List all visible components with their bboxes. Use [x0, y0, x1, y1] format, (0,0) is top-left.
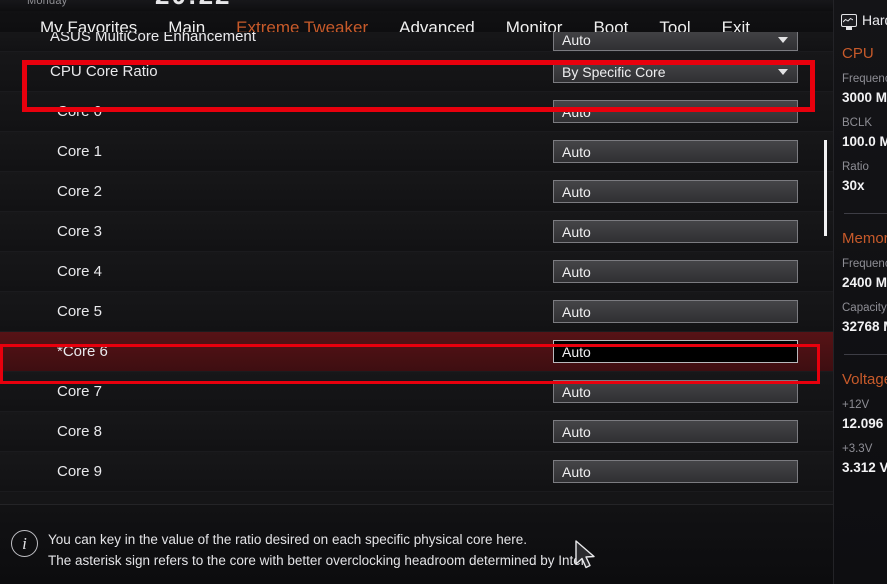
setting-row[interactable]: *Core 6 Auto — [0, 332, 833, 372]
setting-label: Core 9 — [57, 463, 103, 480]
setting-value: By Specific Core — [562, 63, 666, 80]
hw-key: Ratio — [842, 161, 869, 173]
help-bar: i You can key in the value of the ratio … — [0, 504, 833, 584]
setting-row[interactable]: ASUS MultiCore Enhancement Auto — [0, 32, 833, 52]
chevron-down-icon — [778, 68, 788, 75]
setting-label: Core 3 — [57, 223, 103, 240]
hw-value: 30x — [842, 178, 865, 193]
bios-screen: Monday 20:22 My FavoritesMainExtreme Twe… — [0, 0, 887, 584]
chevron-down-icon — [778, 36, 788, 43]
setting-label: Core 7 — [57, 383, 103, 400]
hw-key: BCLK — [842, 117, 873, 129]
setting-input[interactable]: Auto — [553, 260, 798, 283]
setting-row[interactable]: Core 0 Auto — [0, 92, 833, 132]
hw-value: 32768 MB — [842, 319, 887, 334]
setting-value: Auto — [562, 463, 591, 480]
setting-row[interactable]: Core 2 Auto — [0, 172, 833, 212]
hw-section-memory: Memory — [842, 230, 887, 247]
hw-divider — [844, 213, 887, 214]
setting-dropdown[interactable]: By Specific Core — [553, 60, 798, 83]
hardware-monitor-sidebar: Hardware Monitor CPU Frequency 3000 MHz BCL… — [833, 0, 887, 584]
hw-key: +12V — [842, 399, 870, 411]
day-label: Monday — [27, 0, 68, 7]
settings-rows: ASUS MultiCore Enhancement Auto CPU Core R… — [0, 32, 833, 492]
hw-value: 3.312 V — [842, 460, 887, 475]
hw-section-voltage: Voltage — [842, 371, 887, 388]
setting-input[interactable]: Auto — [553, 300, 798, 323]
setting-input[interactable]: Auto — [553, 380, 798, 403]
setting-value: Auto — [562, 383, 591, 400]
setting-input[interactable]: Auto — [553, 420, 798, 443]
setting-row[interactable]: Core 4 Auto — [0, 252, 833, 292]
info-icon: i — [11, 530, 38, 557]
help-line-1: You can key in the value of the ratio de… — [48, 532, 528, 547]
setting-row[interactable]: CPU Core Ratio By Specific Core — [0, 52, 833, 92]
setting-input[interactable]: Auto — [553, 100, 798, 123]
scrollbar-thumb[interactable] — [824, 140, 827, 236]
setting-label: *Core 6 — [57, 343, 108, 360]
top-date-strip: Monday 20:22 — [0, 0, 887, 11]
hardware-monitor-title: Hardware Monitor — [862, 12, 887, 28]
setting-dropdown[interactable]: Auto — [553, 32, 798, 51]
setting-label: ASUS MultiCore Enhancement — [50, 32, 256, 45]
hw-divider — [844, 354, 887, 355]
setting-row[interactable]: Core 5 Auto — [0, 292, 833, 332]
hw-value: 2400 MHz — [842, 275, 887, 290]
clock-display: 20:22 — [155, 0, 232, 11]
hw-key: Capacity — [842, 302, 887, 314]
setting-value: Auto — [562, 423, 591, 440]
help-text: You can key in the value of the ratio de… — [48, 529, 748, 571]
setting-label: Core 2 — [57, 183, 103, 200]
hw-section-cpu: CPU — [842, 45, 874, 62]
hw-value: 3000 MHz — [842, 90, 887, 105]
hw-key: Frequency — [842, 258, 887, 270]
scrollbar-track[interactable] — [824, 32, 829, 504]
setting-input[interactable]: Auto — [553, 140, 798, 163]
monitor-chart-icon — [841, 13, 857, 30]
setting-label: Core 8 — [57, 423, 103, 440]
setting-value: Auto — [562, 223, 591, 240]
hw-value: 12.096 V — [842, 416, 887, 431]
setting-value: Auto — [562, 143, 591, 160]
setting-input[interactable]: Auto — [553, 340, 798, 363]
setting-label: CPU Core Ratio — [50, 63, 158, 80]
setting-value: Auto — [562, 183, 591, 200]
help-line-2: The asterisk sign refers to the core wit… — [48, 553, 588, 568]
hw-key: +3.3V — [842, 443, 873, 455]
settings-panel: ASUS MultiCore Enhancement Auto CPU Core R… — [0, 32, 833, 504]
setting-value: Auto — [562, 263, 591, 280]
setting-row[interactable]: Core 8 Auto — [0, 412, 833, 452]
setting-value: Auto — [562, 343, 591, 360]
setting-label: Core 1 — [57, 143, 103, 160]
setting-value: Auto — [562, 103, 591, 120]
hardware-monitor-header: Hardware Monitor — [841, 12, 887, 30]
hw-value: 100.0 MHz — [842, 134, 887, 149]
setting-row[interactable]: Core 7 Auto — [0, 372, 833, 412]
setting-input[interactable]: Auto — [553, 220, 798, 243]
setting-label: Core 5 — [57, 303, 103, 320]
setting-input[interactable]: Auto — [553, 460, 798, 483]
setting-label: Core 4 — [57, 263, 103, 280]
setting-value: Auto — [562, 32, 591, 48]
setting-row[interactable]: Core 9 Auto — [0, 452, 833, 492]
setting-row[interactable]: Core 1 Auto — [0, 132, 833, 172]
setting-row[interactable]: Core 3 Auto — [0, 212, 833, 252]
setting-label: Core 0 — [57, 103, 103, 120]
setting-value: Auto — [562, 303, 591, 320]
setting-input[interactable]: Auto — [553, 180, 798, 203]
hw-key: Frequency — [842, 73, 887, 85]
